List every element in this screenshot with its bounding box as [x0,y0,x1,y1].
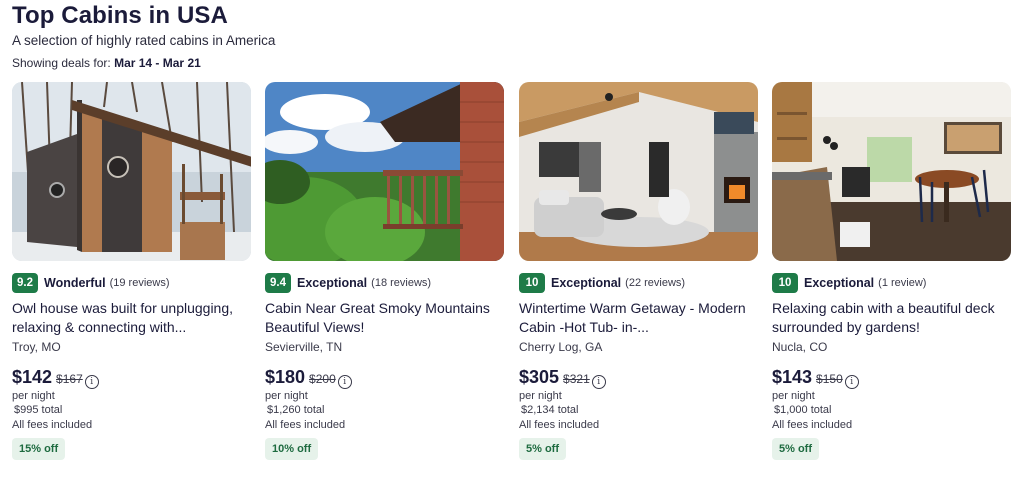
discount-badge: 5% off [519,438,566,460]
cabin-photo-image [519,82,758,261]
per-night-label: per night [519,390,562,402]
current-price: $143 [772,367,813,387]
discount-badge: 10% off [265,438,319,460]
original-price: $321 [563,372,590,386]
deals-dates: Mar 14 - Mar 21 [114,56,201,70]
per-night-label: per night [772,390,815,402]
current-price: $142 [12,367,53,387]
listing-card[interactable]: 9.2 Wonderful (19 reviews) Owl house was… [12,82,251,482]
cabin-photo-image [772,82,1011,261]
listing-title[interactable]: Cabin Near Great Smoky Mountains Beautif… [265,299,504,337]
deals-prefix: Showing deals for: [12,56,111,70]
rating-word: Exceptional [804,276,875,290]
fees-note: All fees included [772,419,853,431]
listing-photo[interactable] [519,82,758,261]
per-night-label: per night [265,390,308,402]
review-score-badge: 9.2 [12,273,38,293]
rating-word: Wonderful [44,276,106,290]
listing-location: Nucla, CO [772,340,828,354]
listing-title[interactable]: Owl house was built for unplugging, rela… [12,299,251,337]
deals-dates-line: Showing deals for: Mar 14 - Mar 21 [12,56,201,70]
rating-row: 10 Exceptional (1 review) [772,273,926,293]
original-price: $167 [56,372,83,386]
listing-location: Troy, MO [12,340,61,354]
listing-card[interactable]: 10 Exceptional (22 reviews) Wintertime W… [519,82,758,482]
cabin-photo-image [12,82,251,261]
top-cabins-section: Top Cabins in USA A selection of highly … [0,0,1023,489]
original-price: $150 [816,372,843,386]
info-icon[interactable]: i [337,375,352,389]
total-price: $1,260 total [267,404,325,416]
per-night-label: per night [12,390,55,402]
price-row: $305 $321 i [519,367,606,389]
review-score-badge: 10 [772,273,798,293]
review-count: (19 reviews) [109,277,170,289]
original-price: $200 [309,372,336,386]
rating-row: 9.4 Exceptional (18 reviews) [265,273,431,293]
current-price: $305 [519,367,560,387]
info-icon[interactable]: i [84,375,99,389]
review-count: (18 reviews) [371,277,432,289]
total-price: $995 total [14,404,63,416]
section-title: Top Cabins in USA [12,2,228,29]
listing-photo[interactable] [12,82,251,261]
listing-card[interactable]: 10 Exceptional (1 review) Relaxing cabin… [772,82,1011,482]
discount-badge: 5% off [772,438,819,460]
fees-note: All fees included [265,419,346,431]
review-score-badge: 9.4 [265,273,291,293]
rating-word: Exceptional [551,276,622,290]
review-count: (22 reviews) [625,277,686,289]
rating-word: Exceptional [297,276,368,290]
total-price: $1,000 total [774,404,832,416]
rating-row: 10 Exceptional (22 reviews) [519,273,685,293]
listing-title[interactable]: Relaxing cabin with a beautiful deck sur… [772,299,1011,337]
fees-note: All fees included [519,419,600,431]
info-icon[interactable]: i [591,375,606,389]
discount-badge: 15% off [12,438,66,460]
price-row: $180 $200 i [265,367,352,389]
cabin-photo-image [265,82,504,261]
price-row: $142 $167 i [12,367,99,389]
rating-row: 9.2 Wonderful (19 reviews) [12,273,169,293]
info-icon[interactable]: i [844,375,859,389]
review-count: (1 review) [878,277,927,289]
price-row: $143 $150 i [772,367,859,389]
listing-photo[interactable] [265,82,504,261]
listing-photo[interactable] [772,82,1011,261]
total-price: $2,134 total [521,404,579,416]
section-subtitle: A selection of highly rated cabins in Am… [12,33,276,48]
listing-title[interactable]: Wintertime Warm Getaway - Modern Cabin -… [519,299,758,337]
listing-card[interactable]: 9.4 Exceptional (18 reviews) Cabin Near … [265,82,504,482]
listing-location: Cherry Log, GA [519,340,603,354]
current-price: $180 [265,367,306,387]
fees-note: All fees included [12,419,93,431]
review-score-badge: 10 [519,273,545,293]
listing-location: Sevierville, TN [265,340,343,354]
